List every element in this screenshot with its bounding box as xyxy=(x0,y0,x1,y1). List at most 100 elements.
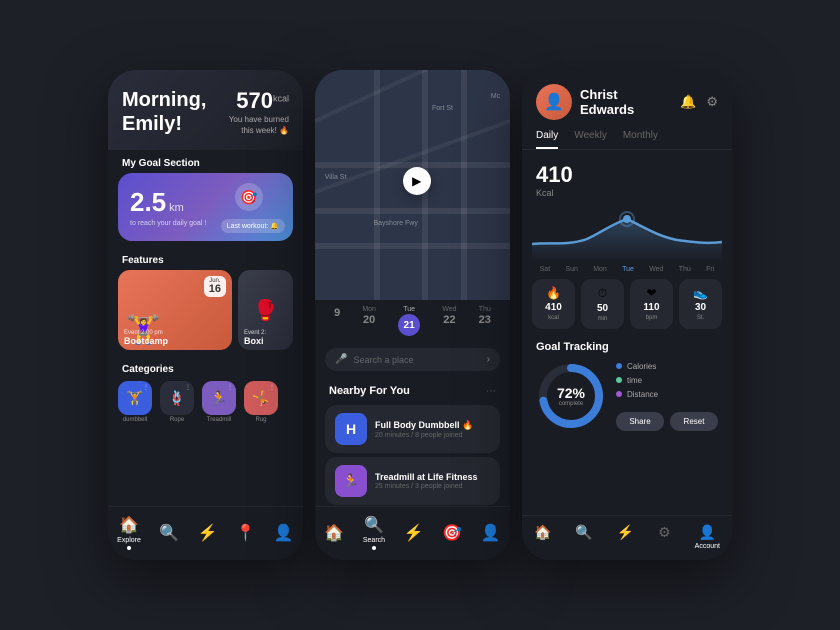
p2-nav-bolt[interactable]: ⚡ xyxy=(404,523,424,543)
user-icon: 👤 xyxy=(274,523,294,543)
goal-badge-text: Last workout: 🔔 xyxy=(227,223,279,230)
greeting-line2: Emily! xyxy=(122,113,182,135)
cat-dumbbell-label: dumbbell xyxy=(123,417,147,423)
bolt-icon: ⚡ xyxy=(197,523,217,543)
workout-card-2[interactable]: 🏃 Treadmill at Life Fitness 25 minutes /… xyxy=(325,457,500,505)
dumbbell-icon-bg: 🏋️ ⋮ xyxy=(118,381,152,415)
event-date: Jun. 16 xyxy=(204,276,226,297)
nav-bolt[interactable]: ⚡ xyxy=(197,523,217,543)
cat-dumbbell[interactable]: 🏋️ ⋮ dumbbell xyxy=(118,381,152,423)
filter-icon[interactable]: ⋯ xyxy=(486,386,496,397)
share-button[interactable]: Share xyxy=(616,412,664,431)
cat-rug-label: Rug xyxy=(255,417,266,423)
map-icon: 📍 xyxy=(236,523,256,543)
explore-label: Explore xyxy=(117,537,141,544)
stat-bpm: ❤ 110 bpm xyxy=(630,279,673,329)
rope-icon-bg: 🪢 ⋮ xyxy=(160,381,194,415)
map-background: Fort St Villa St Bayshore Fwy Mc ▶ xyxy=(315,70,510,300)
legend-calories: Calories xyxy=(616,362,718,371)
chart-day-sun: Sun xyxy=(565,266,577,273)
boxing-bg: 🥊 Event 2: Boxi xyxy=(238,270,293,350)
reset-button[interactable]: Reset xyxy=(670,412,718,431)
cat-rope[interactable]: 🪢 ⋮ Rope xyxy=(160,381,194,423)
chart-day-tue: Tue xyxy=(622,266,634,273)
tab-weekly[interactable]: Weekly xyxy=(574,130,607,149)
activity-chart xyxy=(522,204,732,264)
date-item-9[interactable]: 9 xyxy=(334,306,340,336)
p3-nav-search[interactable]: 🔍 xyxy=(575,524,592,550)
timer-icon: ⏱ xyxy=(598,286,607,301)
p3-nav-bolt[interactable]: ⚡ xyxy=(617,524,634,550)
date-item-22[interactable]: Wed 22 xyxy=(442,306,456,336)
kcal-value: 410 xyxy=(536,162,718,188)
time-dot xyxy=(616,377,622,383)
treadmill-workout-icon: 🏃 xyxy=(335,465,367,497)
p2-nav-search[interactable]: 🔍 Search xyxy=(363,515,385,550)
search-bar[interactable]: 🎤 Search a place › xyxy=(325,348,500,371)
tab-monthly-label: Monthly xyxy=(623,130,658,141)
chart-days: Sat Sun Mon Tue Wed Thu Fri xyxy=(522,264,732,273)
p2-nav-user[interactable]: 👤 xyxy=(481,523,501,543)
date-item-21[interactable]: Tue 21 xyxy=(398,306,420,336)
day-label-23: Thu xyxy=(479,306,491,313)
goal-tracking-section: Goal Tracking 72% complete Calories xyxy=(522,335,732,437)
date-item-20[interactable]: Mon 20 xyxy=(362,306,376,336)
p2-nav-home[interactable]: 🏠 xyxy=(324,523,344,543)
workout2-name: Treadmill at Life Fitness xyxy=(375,472,490,482)
cat-rug[interactable]: 🤸 ⋮ Rug xyxy=(244,381,278,423)
phone2-navbar: 🏠 🔍 Search ⚡ 🎯 👤 xyxy=(315,506,510,560)
legend-time: time xyxy=(616,376,718,385)
feature-card-boxing[interactable]: 🥊 Event 2: Boxi xyxy=(238,270,293,350)
target-icon-p2: 🎯 xyxy=(442,523,462,543)
day-label-22: Wed xyxy=(442,306,456,313)
phone-map: Fort St Villa St Bayshore Fwy Mc ▶ 9 Mon… xyxy=(315,70,510,560)
goal-content: 72% complete Calories time Di xyxy=(536,361,718,431)
settings-icon[interactable]: ⚙ xyxy=(706,94,718,110)
gear-icon-p3: ⚙ xyxy=(658,524,671,541)
road-v3 xyxy=(461,70,467,300)
goal-buttons: Share Reset xyxy=(616,412,718,431)
rug-icon: 🤸 xyxy=(252,390,269,407)
distance-dot xyxy=(616,391,622,397)
p3-nav-account[interactable]: 👤 Account xyxy=(695,524,720,550)
road-h3 xyxy=(315,243,510,249)
tab-weekly-label: Weekly xyxy=(574,130,607,141)
p3-nav-gear[interactable]: ⚙ xyxy=(658,524,671,550)
arrow-icon: › xyxy=(487,354,490,365)
profile-header: 👤 Christ Edwards 🔔 ⚙ xyxy=(522,70,732,130)
rope-icon: 🪢 xyxy=(168,390,185,407)
map-label-villa: Villa St xyxy=(325,174,347,181)
heart-icon: ❤ xyxy=(646,286,656,300)
chart-day-wed: Wed xyxy=(649,266,663,273)
nav-search[interactable]: 🔍 xyxy=(159,523,179,543)
tab-monthly[interactable]: Monthly xyxy=(623,130,658,149)
road-d1 xyxy=(315,70,510,131)
map-label-mc: Mc xyxy=(491,93,500,100)
calories-dot xyxy=(616,363,622,369)
greeting-line1: Morning, xyxy=(122,89,206,111)
goal-legend: Calories time Distance Share Reset xyxy=(616,362,718,431)
day-num-23: 23 xyxy=(479,314,491,326)
nav-explore[interactable]: 🏠 Explore xyxy=(117,515,141,550)
p2-nav-target[interactable]: 🎯 xyxy=(442,523,462,543)
tab-daily[interactable]: Daily xyxy=(536,130,558,149)
feature-card-bootcamp[interactable]: 🏋️‍♀️ Jun. 16 Event 2:00 pm Bootcamp xyxy=(118,270,232,350)
workout-card-1[interactable]: H Full Body Dumbbell 🔥 20 minutes / 8 pe… xyxy=(325,405,500,453)
p3-nav-home[interactable]: 🏠 xyxy=(534,524,551,550)
workout1-icon-text: H xyxy=(346,421,356,437)
progress-circle: 72% complete xyxy=(536,361,606,431)
date-item-23[interactable]: Thu 23 xyxy=(479,306,491,336)
account-icon-p3: 👤 xyxy=(699,524,716,541)
bell-icon[interactable]: 🔔 xyxy=(680,94,696,110)
microphone-icon: 🎤 xyxy=(335,354,347,365)
chart-day-mon: Mon xyxy=(593,266,607,273)
cat-treadmill[interactable]: 🏃 ⋮ Treadmill xyxy=(202,381,236,423)
day-label-20: Mon xyxy=(362,306,376,313)
nav-profile[interactable]: 👤 xyxy=(274,523,294,543)
day-num-21: 21 xyxy=(398,314,420,336)
account-label: Account xyxy=(695,543,720,550)
goal-tracking-title: Goal Tracking xyxy=(536,341,718,353)
workout2-icon-text: 🏃 xyxy=(342,473,359,490)
nav-map[interactable]: 📍 xyxy=(236,523,256,543)
legend-calories-label: Calories xyxy=(627,362,656,371)
